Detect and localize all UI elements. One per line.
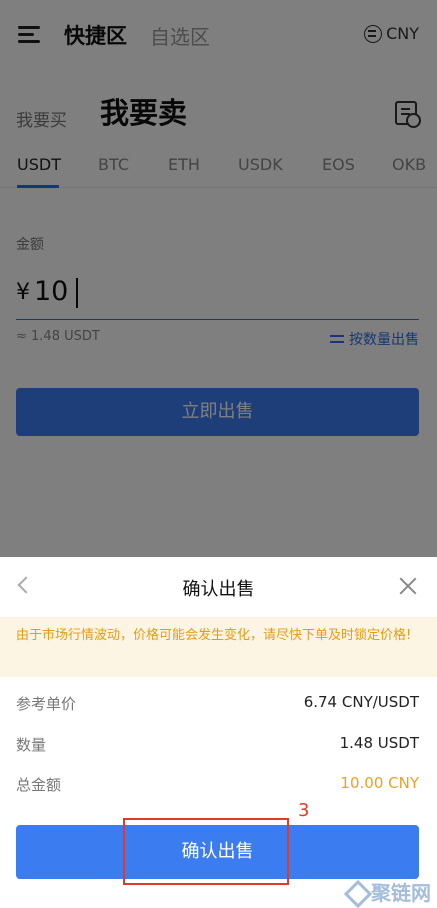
unit-price-label: 参考单价 [16, 695, 77, 713]
watermark-text: 聚链网 [371, 881, 431, 905]
sheet-title: 确认出售 [182, 579, 255, 600]
close-icon[interactable] [399, 577, 417, 595]
row-total: 总金额 10.00 CNY [16, 774, 419, 798]
quantity-label: 数量 [16, 736, 47, 754]
row-unit-price: 参考单价 6.74 CNY/USDT [16, 693, 419, 717]
highlight-box-annotation [123, 818, 289, 885]
sheet-header: 确认出售 [0, 557, 437, 617]
total-value: 10.00 CNY [340, 774, 419, 792]
row-quantity: 数量 1.48 USDT [16, 734, 419, 758]
quantity-value: 1.48 USDT [339, 734, 419, 752]
step-number-annotation: 3 [298, 800, 310, 821]
unit-price-value: 6.74 CNY/USDT [303, 693, 419, 711]
price-warning: 由于市场行情波动，价格可能会发生变化，请尽快下单及时锁定价格! [0, 617, 437, 677]
watermark-logo-icon [345, 881, 367, 903]
total-label: 总金额 [16, 776, 62, 794]
watermark: 聚链网 [345, 877, 431, 906]
